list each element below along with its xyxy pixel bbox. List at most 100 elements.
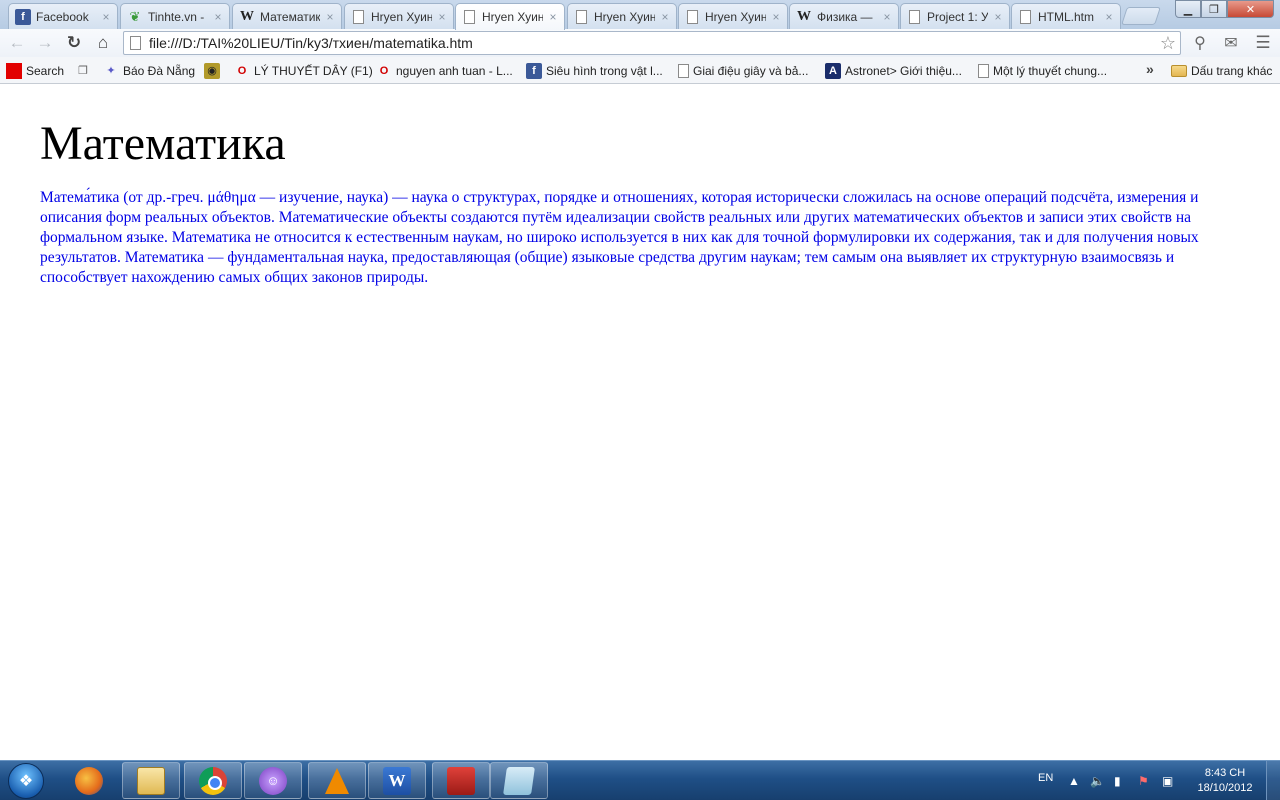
tab-hryen-1[interactable]: Hryen Хуин × <box>344 3 454 29</box>
tab-wikipedia-physics[interactable]: W Физика — I × <box>789 3 899 29</box>
tab-wikipedia-math[interactable]: W Математик × <box>232 3 342 29</box>
browser-toolbar: ← → ↻ ⌂ file:///D:/TAI%20LIEU/Tin/ky3/тх… <box>0 29 1280 57</box>
tab-title: Facebook <box>36 9 89 24</box>
mail-icon[interactable]: ✉ <box>1220 33 1242 53</box>
tab-hryen-active[interactable]: Hryen Хуин × <box>455 3 565 30</box>
bookmarks-overflow-icon[interactable]: » <box>1146 60 1154 77</box>
windows-taskbar: ❖ ☺ W EN ▲ 🔈 ▮ ⚑ ▣ 8:43 CH 18/10/2012 <box>0 760 1280 800</box>
forward-arrow-icon[interactable]: → <box>34 32 56 54</box>
bookmark-search[interactable]: Search <box>6 62 64 79</box>
tab-tinhte[interactable]: ❦ Tinhte.vn - × <box>120 3 230 29</box>
copy-icon: ❐ <box>78 65 88 77</box>
network-icon[interactable]: ▣ <box>1162 774 1173 788</box>
reload-icon[interactable]: ↻ <box>63 32 85 54</box>
taskbar-notepad[interactable] <box>490 762 548 799</box>
tab-project-1[interactable]: Project 1: У × <box>900 3 1010 29</box>
back-arrow-icon[interactable]: ← <box>6 32 28 54</box>
wikipedia-icon: W <box>797 8 811 24</box>
tab-close-icon[interactable]: × <box>660 10 670 24</box>
other-bookmarks-label: Dấu trang khác <box>1191 63 1273 78</box>
bookmark-astronet[interactable]: A Astronet> Giới thiệu... <box>825 62 962 79</box>
taskbar-books[interactable] <box>432 762 490 799</box>
tab-close-icon[interactable]: × <box>548 10 558 24</box>
tab-facebook[interactable]: f Facebook × <box>8 3 118 29</box>
menu-icon[interactable]: ☰ <box>1252 33 1274 53</box>
power-icon[interactable]: ▮ <box>1114 774 1121 788</box>
bookmark-ly-thuyet-day[interactable]: O LÝ THUYẾT DÂY (F1) <box>234 62 373 79</box>
bookmark-nguyen-anh-tuan[interactable]: O nguyen anh tuan - L... <box>376 62 513 79</box>
tab-close-icon[interactable]: × <box>771 10 781 24</box>
bookmark-bao-da-nang[interactable]: ✦ Báo Đà Nẵng <box>103 62 195 79</box>
clock[interactable]: 8:43 CH 18/10/2012 <box>1190 766 1260 796</box>
home-icon[interactable]: ⌂ <box>92 32 114 54</box>
chrome-icon <box>199 766 227 795</box>
bookmark-label: Astronet> Giới thiệu... <box>845 63 962 78</box>
tab-hryen-4[interactable]: Hryen Хуин × <box>678 3 788 29</box>
action-center-icon[interactable]: ⚑ <box>1138 774 1149 788</box>
tab-close-icon[interactable]: × <box>101 10 111 24</box>
bookmark-label: Search <box>26 63 65 78</box>
taskbar-chrome[interactable] <box>184 762 242 799</box>
taskbar-vlc[interactable] <box>308 762 366 799</box>
url-text[interactable]: file:///D:/TAI%20LIEU/Tin/ky3/тхиен/mate… <box>149 35 1160 51</box>
bookmark-sieu-hinh[interactable]: f Siêu hình trong vật l... <box>526 62 663 79</box>
address-bar[interactable]: file:///D:/TAI%20LIEU/Tin/ky3/тхиен/mate… <box>123 31 1181 55</box>
tab-hryen-3[interactable]: Hryen Хуин × <box>567 3 677 29</box>
page-icon <box>678 63 689 78</box>
tab-title: Hryen Хуин <box>371 9 432 24</box>
tab-title: Project 1: У <box>927 9 988 24</box>
tab-close-icon[interactable]: × <box>325 10 335 24</box>
opera-icon: O <box>379 64 389 77</box>
taskbar-yahoo-messenger[interactable]: ☺ <box>244 762 302 799</box>
taskbar-firefox[interactable] <box>60 762 118 799</box>
tab-title: Математик <box>260 9 320 24</box>
minimize-icon[interactable]: ▁ <box>1175 0 1201 18</box>
clock-date: 18/10/2012 <box>1197 782 1253 794</box>
tab-close-icon[interactable]: × <box>1104 10 1114 24</box>
page-paragraph: Матема́тика (от др.-греч. μάθημα — изуче… <box>40 189 1199 286</box>
close-window-icon[interactable]: ✕ <box>1227 0 1274 18</box>
tab-html[interactable]: HTML.htm × <box>1011 3 1121 29</box>
word-icon: W <box>383 766 411 795</box>
show-desktop-button[interactable] <box>1266 761 1280 800</box>
tab-strip: f Facebook × ❦ Tinhte.vn - × W Математик… <box>0 0 1280 30</box>
bookmark-mot-ly-thuyet[interactable]: Một lý thuyết chung... <box>978 62 1107 79</box>
tab-close-icon[interactable]: × <box>213 10 223 24</box>
page-title: Математика <box>40 117 286 170</box>
vlc-icon <box>325 767 349 794</box>
start-button[interactable]: ❖ <box>2 761 50 800</box>
page-icon <box>130 36 141 50</box>
bookmark-label: Giai điệu giây và bả... <box>693 63 809 78</box>
bookmark-label: nguyen anh tuan - L... <box>396 63 513 78</box>
wikipedia-icon: W <box>240 8 254 24</box>
tab-title: Физика — I <box>817 9 877 24</box>
language-indicator[interactable]: EN <box>1038 772 1053 784</box>
tab-close-icon[interactable]: × <box>882 10 892 24</box>
bookmark-label: Báo Đà Nẵng <box>123 63 196 78</box>
red-square-icon <box>6 62 22 79</box>
tab-close-icon[interactable]: × <box>437 10 447 24</box>
facebook-icon: f <box>15 8 31 25</box>
taskbar-word[interactable]: W <box>368 762 426 799</box>
page-icon <box>353 9 364 24</box>
maximize-icon[interactable]: ❐ <box>1201 0 1227 18</box>
page-icon <box>576 9 587 24</box>
star-icon[interactable]: ☆ <box>1160 33 1176 54</box>
tab-title: Tinhte.vn - <box>148 9 205 24</box>
folder-icon <box>1171 64 1187 77</box>
leaf-icon: ❦ <box>129 8 141 24</box>
tab-close-icon[interactable]: × <box>993 10 1003 24</box>
bookmark-copy[interactable]: ❐ <box>75 62 91 79</box>
taskbar-explorer[interactable] <box>122 762 180 799</box>
volume-icon[interactable]: 🔈 <box>1090 774 1105 788</box>
bookmarks-bar: Search ❐ ✦ Báo Đà Nẵng ◉ O LÝ THUYẾT DÂY… <box>0 57 1280 84</box>
firefox-icon <box>75 766 103 795</box>
bookmark-giai-dieu[interactable]: Giai điệu giây và bả... <box>678 62 808 79</box>
page-icon <box>687 9 698 24</box>
magnifier-icon[interactable]: ⚲ <box>1189 33 1211 53</box>
tab-title: Hryen Хуин <box>594 9 655 24</box>
bookmark-emblem[interactable]: ◉ <box>204 62 220 79</box>
new-tab-button[interactable] <box>1121 7 1161 25</box>
show-hidden-icons-icon[interactable]: ▲ <box>1068 774 1080 788</box>
other-bookmarks-folder[interactable]: Dấu trang khác <box>1171 62 1272 79</box>
